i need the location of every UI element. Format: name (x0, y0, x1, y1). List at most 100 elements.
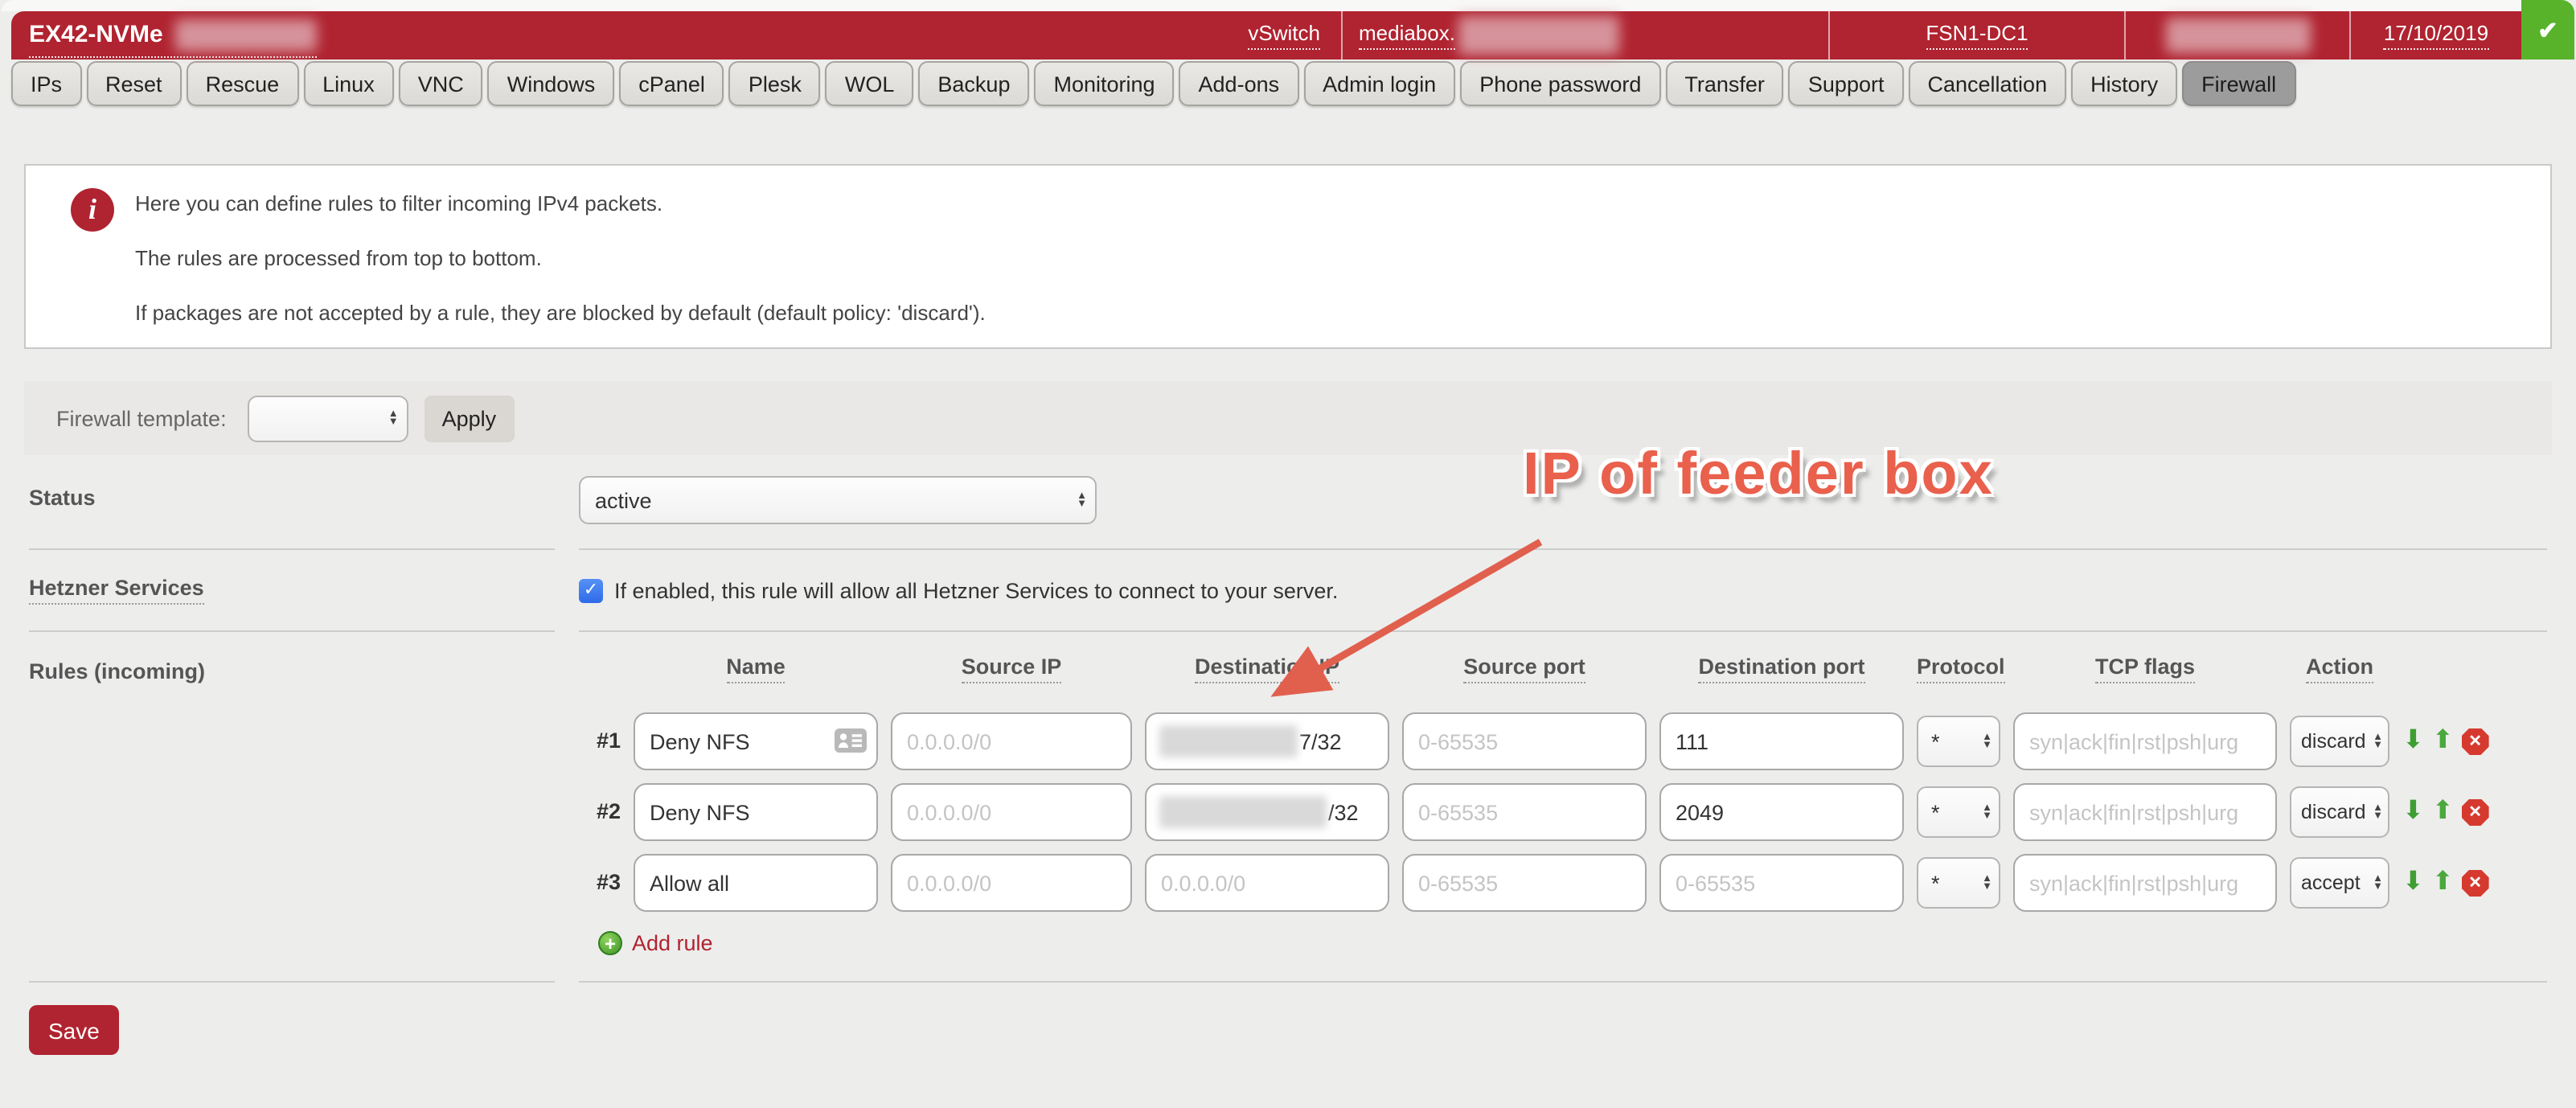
tab-history[interactable]: History (2071, 61, 2177, 106)
rule-destination-port-input[interactable] (1659, 854, 1904, 912)
tab-addons[interactable]: Add-ons (1179, 61, 1299, 106)
hetzner-services-description: If enabled, this rule will allow all Het… (614, 578, 1338, 602)
tab-vnc[interactable]: VNC (399, 61, 483, 106)
apply-button[interactable]: Apply (425, 395, 515, 441)
add-rule-link[interactable]: + Add rule (598, 931, 2547, 955)
rule-destination-port-input[interactable] (1659, 712, 1904, 770)
action-value: accept (2301, 872, 2361, 894)
info-icon: i (71, 188, 114, 232)
select-arrows-icon: ▲▼ (1982, 733, 1992, 749)
rules-section: Rules (incoming) Name Source IP Destinat… (29, 632, 2547, 983)
move-rule-up-icon[interactable]: ⬆ (2432, 799, 2454, 825)
paid-until-date: 17/10/2019 (2384, 21, 2488, 50)
vswitch-cell: vSwitch (1248, 11, 1341, 60)
status-content-col: active ▲▼ (579, 455, 2547, 550)
rule-action-select[interactable]: discard ▲▼ (2290, 786, 2389, 838)
delete-rule-icon[interactable]: ✕ (2462, 869, 2489, 897)
firewall-page: EX42-NVMe vSwitch mediabox. FSN1-DC1 17/… (0, 0, 2576, 1108)
vswitch-link[interactable]: vSwitch (1248, 21, 1320, 50)
status-label-col: Status (29, 455, 555, 550)
rule-protocol-select[interactable]: * ▲▼ (1917, 716, 2000, 767)
rule-name-cell (634, 712, 878, 770)
server-name: EX42-NVMe (29, 21, 163, 48)
delete-rule-icon[interactable]: ✕ (2462, 728, 2489, 755)
tab-transfer[interactable]: Transfer (1665, 61, 1784, 106)
tab-cpanel[interactable]: cPanel (619, 61, 724, 106)
protocol-value: * (1931, 800, 1940, 824)
hetzner-label-col: Hetzner Services (29, 550, 555, 632)
server-title-cell: EX42-NVMe (11, 11, 1248, 60)
rule-name-input[interactable] (634, 854, 878, 912)
rule-tcp-flags-input[interactable] (2013, 854, 2277, 912)
rule-name-cell (634, 783, 878, 841)
firewall-template-bar: Firewall template: ▲▼ Apply (24, 381, 2552, 455)
add-rule-label: Add rule (632, 931, 713, 955)
tab-linux[interactable]: Linux (303, 61, 394, 106)
rule-destination-port-input[interactable] (1659, 783, 1904, 841)
protocol-value: * (1931, 729, 1940, 753)
rule-action-select[interactable]: discard ▲▼ (2290, 716, 2389, 767)
move-rule-up-icon[interactable]: ⬆ (2432, 870, 2454, 896)
rule-source-port-input[interactable] (1402, 712, 1647, 770)
move-rule-down-icon[interactable]: ⬇ (2402, 728, 2424, 754)
select-arrows-icon: ▲▼ (1982, 875, 1992, 891)
server-name-group: EX42-NVMe (29, 18, 318, 57)
delete-rule-icon[interactable]: ✕ (2462, 798, 2489, 826)
firewall-template-label: Firewall template: (56, 406, 227, 430)
rule-name-input[interactable] (634, 783, 878, 841)
rules-label-col: Rules (incoming) (29, 632, 555, 983)
rule-destination-ip-input[interactable] (1145, 854, 1389, 912)
redacted-destination-ip (1159, 796, 1327, 828)
rules-rows: #1 7/32 * ▲▼ discard (579, 712, 2547, 912)
redacted-info (2165, 18, 2310, 53)
tab-backup[interactable]: Backup (918, 61, 1029, 106)
rule-tcp-flags-input[interactable] (2013, 712, 2277, 770)
status-value: active (595, 488, 652, 512)
add-icon: + (598, 931, 622, 955)
tab-admin-login[interactable]: Admin login (1303, 61, 1455, 106)
tab-monitoring[interactable]: Monitoring (1034, 61, 1174, 106)
move-rule-down-icon[interactable]: ⬇ (2402, 799, 2424, 825)
rule-action-select[interactable]: accept ▲▼ (2290, 857, 2389, 909)
hetzner-services-checkbox[interactable]: ✓ (579, 578, 603, 602)
rule-source-ip-input[interactable] (891, 712, 1132, 770)
tab-ips[interactable]: IPs (11, 61, 81, 106)
tab-rescue[interactable]: Rescue (187, 61, 299, 106)
tab-wol[interactable]: WOL (826, 61, 914, 106)
info-line: Here you can define rules to filter inco… (135, 191, 2550, 215)
rule-source-port-input[interactable] (1402, 783, 1647, 841)
header-source-port: Source port (1463, 655, 1585, 683)
firewall-template-select[interactable]: ▲▼ (248, 395, 408, 441)
tab-support[interactable]: Support (1789, 61, 1904, 106)
select-arrows-icon: ▲▼ (2373, 733, 2383, 749)
move-rule-down-icon[interactable]: ⬇ (2402, 870, 2424, 896)
tab-phone-password[interactable]: Phone password (1460, 61, 1660, 106)
rule-protocol-select[interactable]: * ▲▼ (1917, 786, 2000, 838)
save-button[interactable]: Save (29, 1005, 119, 1055)
rule-source-ip-input[interactable] (891, 783, 1132, 841)
tab-cancellation[interactable]: Cancellation (1909, 61, 2067, 106)
hostname-label: mediabox. (1359, 21, 1455, 50)
rule-tcp-flags-input[interactable] (2013, 783, 2277, 841)
rule-destination-ip-input[interactable]: /32 (1145, 783, 1389, 841)
rules-content-col: Name Source IP Destination IP Source por… (579, 632, 2547, 983)
status-select[interactable]: active ▲▼ (579, 476, 1097, 524)
hetzner-services-row: Hetzner Services ✓ If enabled, this rule… (29, 550, 2547, 632)
rule-destination-ip-input[interactable]: 7/32 (1145, 712, 1389, 770)
header-destination-port: Destination port (1699, 655, 1865, 683)
tab-reset[interactable]: Reset (86, 61, 182, 106)
rule-number: #3 (579, 854, 621, 912)
hostname-cell: mediabox. (1341, 11, 1828, 60)
info-box: i Here you can define rules to filter in… (24, 164, 2552, 349)
tab-windows[interactable]: Windows (488, 61, 615, 106)
datacenter-cell: FSN1-DC1 (1828, 11, 2124, 60)
move-rule-up-icon[interactable]: ⬆ (2432, 728, 2454, 754)
date-cell: 17/10/2019 (2349, 11, 2521, 60)
rule-protocol-select[interactable]: * ▲▼ (1917, 857, 2000, 909)
select-arrows-icon: ▲▼ (1982, 804, 1992, 820)
select-arrows-icon: ▲▼ (2373, 804, 2383, 820)
tab-firewall[interactable]: Firewall (2182, 61, 2295, 106)
tab-plesk[interactable]: Plesk (729, 61, 821, 106)
rule-source-ip-input[interactable] (891, 854, 1132, 912)
rule-source-port-input[interactable] (1402, 854, 1647, 912)
